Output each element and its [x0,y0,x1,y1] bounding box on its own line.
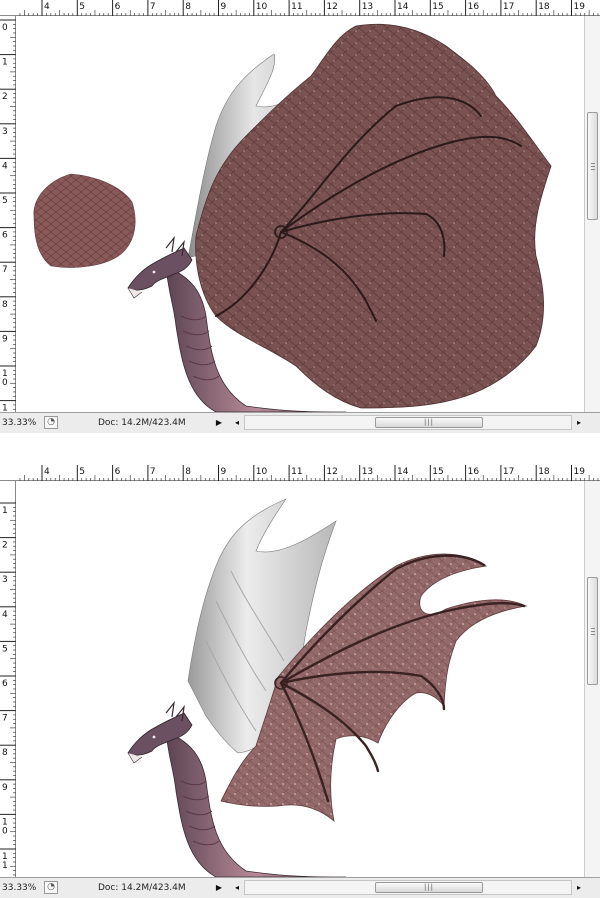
horizontal-ruler-ticks: 4 5 6 7 8 9 10 11 12 13 14 15 16 17 18 19 [19,465,599,481]
horizontal-ruler[interactable]: 4 5 6 7 8 9 10 11 12 13 14 15 16 17 18 19 [0,0,600,16]
ruler-tick-label: 19 [574,467,586,477]
ruler-tick-label: 9 [221,2,227,12]
ruler-tick-label: 1 [2,861,8,871]
ruler-tick-label: 13 [362,467,373,477]
horizontal-scrollbar[interactable]: ||| [244,880,572,895]
ruler-tick-label: 10 [256,467,268,477]
ruler-tick-label: 15 [432,467,443,477]
vertical-ruler-ticks: 1234567891011 [0,502,16,876]
ruler-tick-label: 6 [115,467,121,477]
ruler-tick-label: 10 [256,2,268,12]
document-canvas[interactable] [16,16,584,412]
ruler-tick-label: 12 [326,2,337,12]
separator-gap [0,433,600,465]
ruler-tick-label: 9 [221,467,227,477]
ruler-tick-label: 0 [2,23,8,33]
vertical-scroll-thumb[interactable] [587,112,598,220]
photoshop-window-before: 4 5 6 7 8 9 10 11 12 13 14 15 16 17 18 19 0123456789101… [0,0,600,433]
doc-size-info: Doc: 14.2M/423.4M [98,418,186,428]
ruler-tick-label: 13 [362,2,373,12]
ruler-tick-label: 14 [397,2,409,12]
ruler-tick-label: 19 [574,2,586,12]
ruler-tick-label: 18 [538,467,550,477]
ruler-tick-label: 8 [185,467,191,477]
ruler-tick-label: 7 [2,714,8,724]
vertical-scrollbar[interactable] [584,481,600,877]
ruler-tick-label: 2 [2,541,8,551]
vertical-scroll-thumb[interactable] [587,577,598,685]
document-canvas[interactable] [16,481,584,877]
ruler-tick-label: 7 [2,265,8,275]
ruler-tick-label: 1 [2,58,8,68]
ruler-tick-label: 8 [2,748,8,758]
ruler-tick-label: 1 [2,404,8,412]
doc-size-info: Doc: 14.2M/423.4M [98,883,186,893]
ruler-tick-label: 9 [2,334,8,344]
ruler-tick-label: 12 [326,467,337,477]
ruler-tick-label: 18 [538,2,550,12]
document-status-icon[interactable]: ◔ [44,881,58,894]
right-arrow-icon[interactable]: ▸ [574,416,584,430]
ruler-tick-label: 16 [468,2,480,12]
zoom-level[interactable]: 33.33% [2,416,40,430]
status-bar: 33.33% ◔ Doc: 14.2M/423.4M ▶ ◂ ||| ▸ [0,412,600,433]
ruler-tick-label: 5 [2,196,8,206]
play-triangle-icon[interactable]: ▶ [214,416,224,430]
play-triangle-icon[interactable]: ▶ [214,881,224,895]
vertical-ruler[interactable]: 01234567891011 [0,16,16,412]
ruler-tick-label: 6 [2,679,8,689]
ruler-tick-label: 0 [2,378,8,388]
ruler-tick-label: 1 [2,506,8,516]
ruler-tick-label: 17 [503,2,514,12]
right-arrow-icon[interactable]: ▸ [574,881,584,895]
ruler-tick-label: 2 [2,92,8,102]
artwork-after [127,498,528,877]
left-arrow-icon[interactable]: ◂ [232,416,242,430]
ruler-tick-label: 8 [2,300,8,310]
ruler-tick-label: 3 [2,127,8,137]
ruler-tick-label: 9 [2,783,8,793]
ruler-tick-label: 8 [185,2,191,12]
status-bar: 33.33% ◔ Doc: 14.2M/423.4M ▶ ◂ ||| ▸ [0,877,600,898]
ruler-tick-label: 0 [2,826,8,836]
ruler-tick-label: 5 [79,2,85,12]
ruler-tick-label: 6 [2,231,8,241]
zoom-level[interactable]: 33.33% [2,881,40,895]
ruler-tick-label: 7 [150,2,156,12]
small-skin-patch [33,173,136,268]
ruler-tick-label: 4 [44,467,50,477]
ruler-tick-label: 4 [2,610,8,620]
ruler-tick-label: 3 [2,575,8,585]
left-arrow-icon[interactable]: ◂ [232,881,242,895]
horizontal-scroll-thumb[interactable]: ||| [375,882,483,893]
artwork-before [33,23,552,412]
ruler-tick-label: 6 [115,2,121,12]
horizontal-scrollbar[interactable]: ||| [244,415,572,430]
ruler-tick-label: 16 [468,467,480,477]
ruler-tick-label: 4 [44,2,50,12]
ruler-tick-label: 7 [150,467,156,477]
horizontal-ruler[interactable]: 4 5 6 7 8 9 10 11 12 13 14 15 16 17 18 19 [0,465,600,481]
vertical-scrollbar[interactable] [584,16,600,412]
ruler-tick-label: 11 [291,2,302,12]
ruler-tick-label: 14 [397,467,409,477]
horizontal-ruler-ticks: 4 5 6 7 8 9 10 11 12 13 14 15 16 17 18 19 [19,0,599,16]
ruler-tick-label: 15 [432,2,443,12]
document-status-icon[interactable]: ◔ [44,416,58,429]
photoshop-window-after: 4 5 6 7 8 9 10 11 12 13 14 15 16 17 18 19 1234567891011 [0,465,600,898]
ruler-tick-label: 5 [79,467,85,477]
vertical-ruler[interactable]: 1234567891011 [0,481,16,877]
ruler-tick-label: 17 [503,467,514,477]
vertical-ruler-ticks: 01234567891011 [0,19,16,412]
horizontal-scroll-thumb[interactable]: ||| [375,417,483,428]
ruler-tick-label: 11 [291,467,302,477]
ruler-tick-label: 5 [2,644,8,654]
ruler-tick-label: 4 [2,161,8,171]
